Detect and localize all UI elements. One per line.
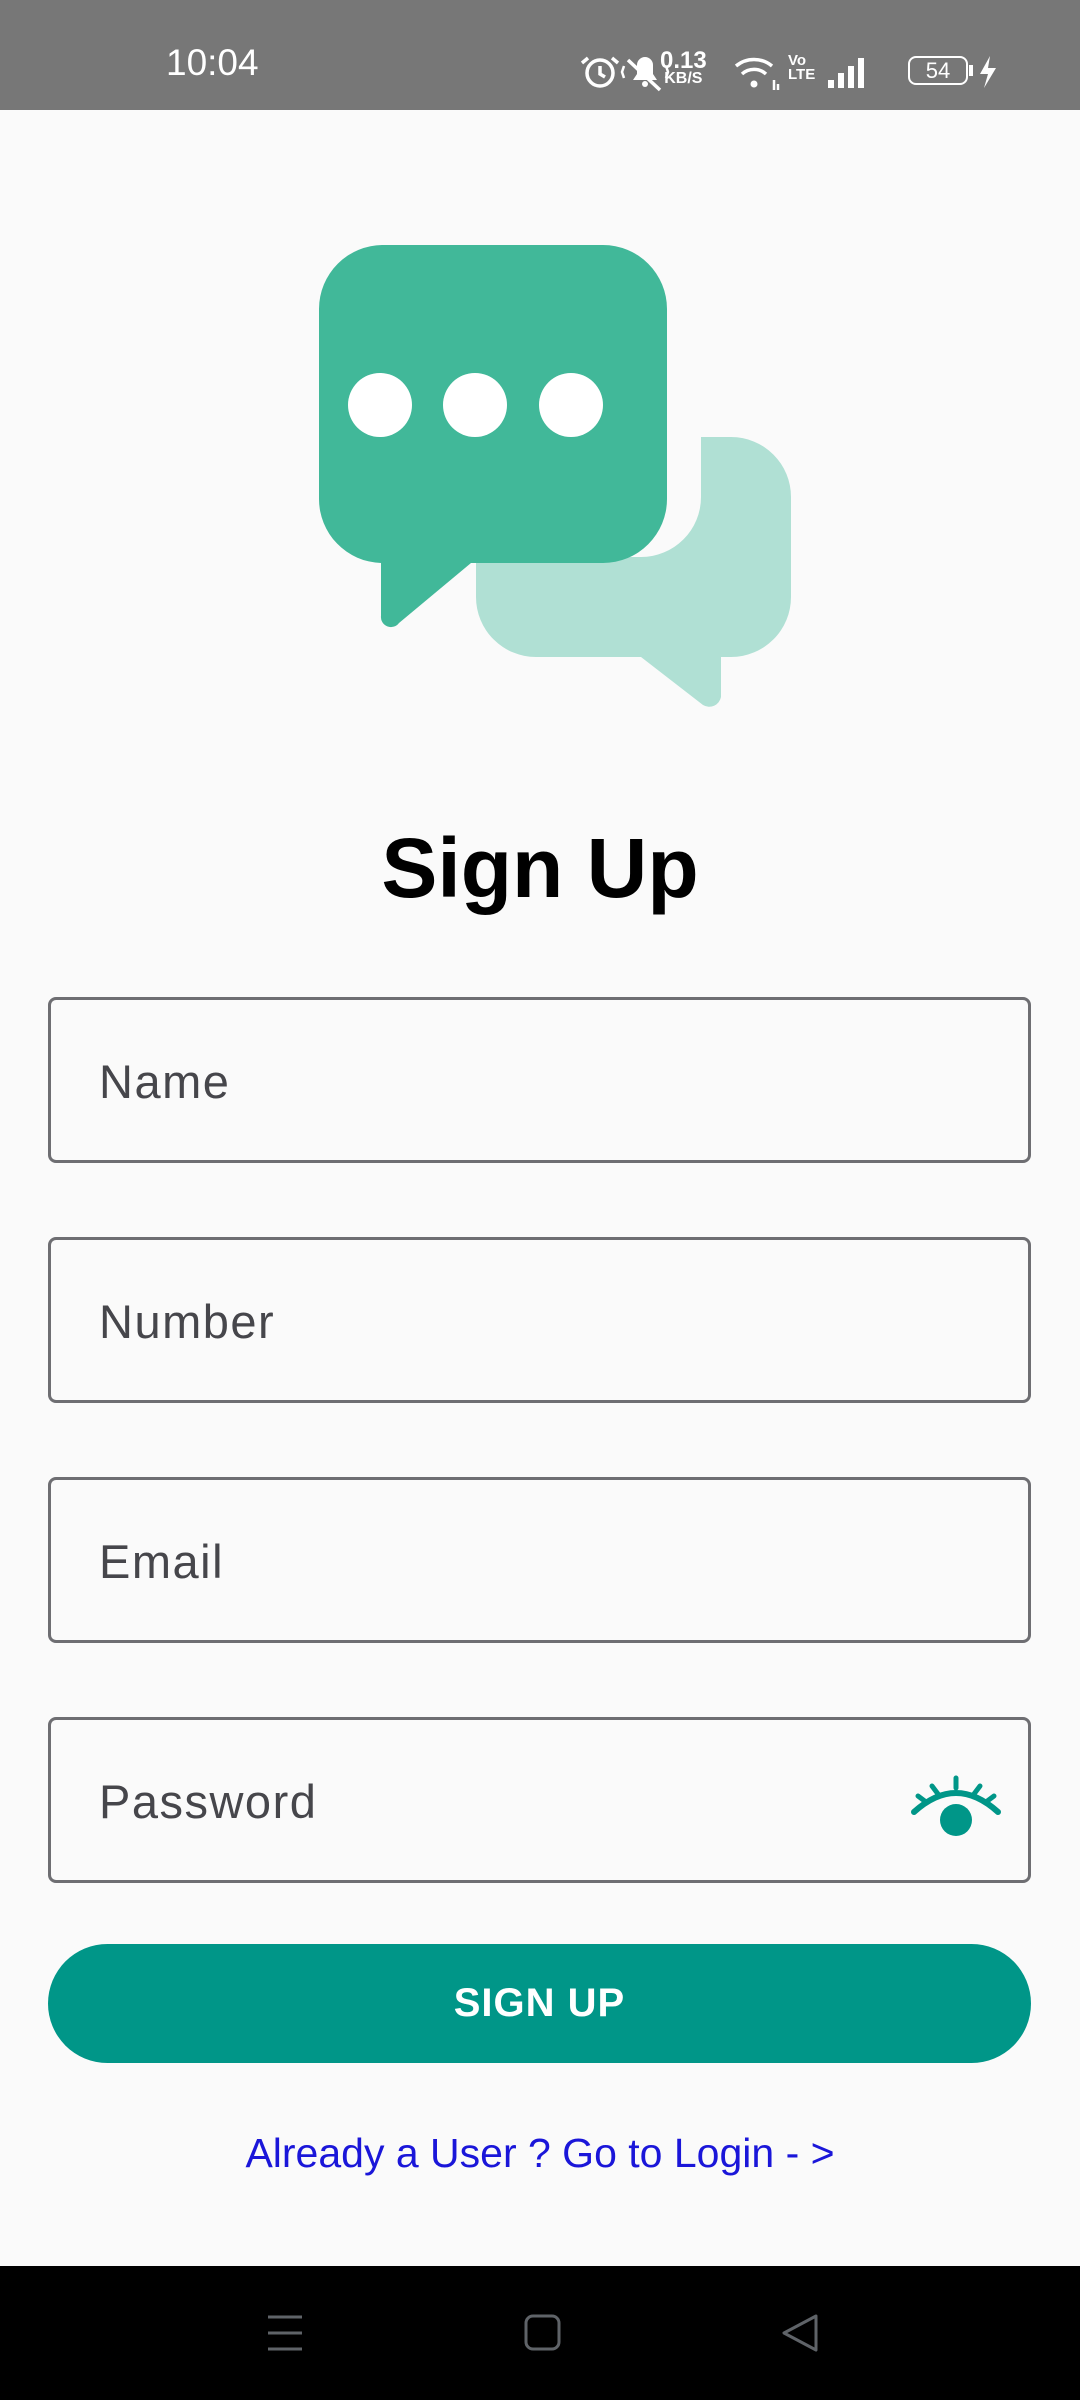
home-icon[interactable] bbox=[520, 2266, 566, 2400]
back-icon[interactable] bbox=[778, 2266, 824, 2400]
wifi-icon bbox=[734, 57, 780, 90]
battery-icon: 54 bbox=[908, 56, 968, 85]
status-time: 10:04 bbox=[166, 42, 259, 83]
name-field[interactable] bbox=[48, 997, 1031, 1163]
chat-bubbles-icon bbox=[319, 245, 791, 707]
signal-icon bbox=[828, 58, 864, 88]
number-field[interactable] bbox=[48, 1237, 1031, 1403]
email-field[interactable] bbox=[48, 1477, 1031, 1643]
nav-bar bbox=[0, 2266, 1080, 2400]
volte-indicator: Vo LTE bbox=[788, 52, 816, 83]
password-field[interactable] bbox=[48, 1717, 1031, 1883]
alarm-icon bbox=[580, 56, 620, 88]
signup-button[interactable]: SIGN UP bbox=[48, 1944, 1031, 2063]
status-bar: 10:04 0.13 KB/S Vo LTE 54 bbox=[0, 0, 1080, 110]
name-input[interactable] bbox=[97, 1000, 921, 1162]
page-title: Sign Up bbox=[381, 821, 699, 915]
eye-icon[interactable] bbox=[908, 1770, 1004, 1844]
charging-icon bbox=[969, 56, 996, 88]
login-link[interactable]: Already a User ? Go to Login - > bbox=[0, 2128, 1080, 2178]
password-input[interactable] bbox=[97, 1720, 921, 1882]
number-input[interactable] bbox=[97, 1240, 921, 1402]
status-icons: 0.13 KB/S Vo LTE 54 bbox=[560, 0, 1080, 110]
menu-icon[interactable] bbox=[262, 2266, 308, 2400]
email-input[interactable] bbox=[97, 1480, 921, 1642]
typing-dots bbox=[348, 373, 603, 437]
net-speed: 0.13 KB/S bbox=[660, 47, 707, 88]
